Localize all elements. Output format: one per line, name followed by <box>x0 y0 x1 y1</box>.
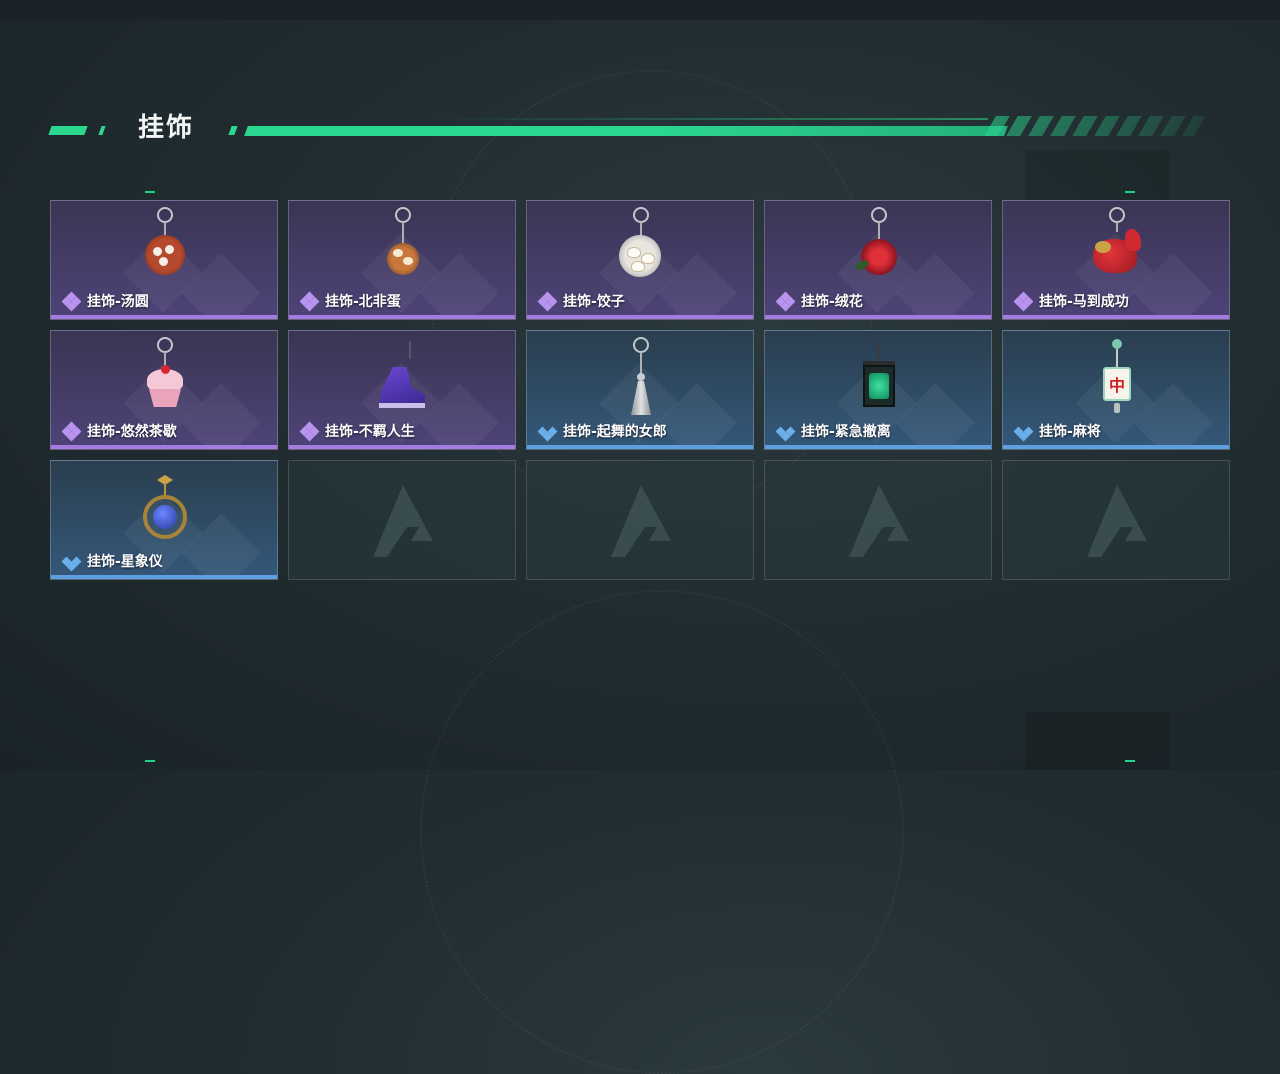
rarity-diamond-icon <box>299 291 321 312</box>
background-shape-lower <box>1025 712 1170 770</box>
rarity-bar <box>527 445 753 449</box>
game-logo-watermark-icon <box>373 485 433 557</box>
header-checker-pattern <box>984 116 1206 136</box>
red-horse-charm-icon <box>1087 207 1147 289</box>
header-accent-bar <box>98 126 106 135</box>
card-label: 挂饰-悠然茶歇 <box>61 421 177 442</box>
game-logo-watermark-icon <box>611 485 671 557</box>
rarity-bar <box>51 575 277 579</box>
section-header: 挂饰 <box>48 112 1208 148</box>
rarity-diamond-icon <box>1013 291 1035 312</box>
charm-card[interactable]: 挂饰-汤圆 <box>50 200 278 320</box>
rarity-bar <box>527 315 753 319</box>
charm-card[interactable]: 挂饰-悠然茶歇 <box>50 330 278 450</box>
rarity-diamond-icon <box>61 552 83 572</box>
header-accent-bar <box>228 126 238 135</box>
rarity-bar <box>51 445 277 449</box>
charm-card[interactable]: 挂饰-不羁人生 <box>288 330 516 450</box>
header-main-bar <box>244 126 1008 136</box>
charm-name: 挂饰-马到成功 <box>1039 294 1129 310</box>
charm-name: 挂饰-汤圆 <box>87 294 149 310</box>
rarity-diamond-icon <box>1013 422 1035 442</box>
card-label: 挂饰-汤圆 <box>61 291 149 312</box>
card-label: 挂饰-马到成功 <box>1013 291 1129 312</box>
charm-card[interactable]: 中 挂饰-麻将 <box>1002 330 1230 450</box>
charm-name: 挂饰-星象仪 <box>87 554 163 570</box>
card-label: 挂饰-起舞的女郎 <box>537 421 667 442</box>
card-label: 挂饰-麻将 <box>1013 421 1101 442</box>
corner-tick <box>1125 760 1135 762</box>
page-title: 挂饰 <box>138 113 195 143</box>
charm-card[interactable]: 挂饰-马到成功 <box>1002 200 1230 320</box>
rarity-bar <box>1003 445 1229 449</box>
rarity-diamond-icon <box>775 422 797 442</box>
charm-grid: 挂饰-汤圆 挂饰-北非蛋 挂饰-饺子 挂饰-绒花 挂饰-马到成功 挂饰-悠然茶歇… <box>50 200 1230 580</box>
charm-name: 挂饰-北非蛋 <box>325 294 401 310</box>
astrolabe-charm-icon <box>135 467 195 549</box>
dumpling-charm-icon <box>611 207 671 289</box>
exit-sign-charm-icon <box>849 337 909 419</box>
rarity-diamond-icon <box>775 291 797 312</box>
rarity-bar <box>289 445 515 449</box>
charm-name: 挂饰-绒花 <box>801 294 863 310</box>
top-bar <box>0 0 1280 20</box>
card-label: 挂饰-北非蛋 <box>299 291 401 312</box>
corner-tick <box>145 760 155 762</box>
charm-card[interactable]: 挂饰-饺子 <box>526 200 754 320</box>
charm-name: 挂饰-悠然茶歇 <box>87 424 177 440</box>
rarity-diamond-icon <box>61 421 83 442</box>
card-label: 挂饰-绒花 <box>775 291 863 312</box>
rarity-diamond-icon <box>537 422 559 442</box>
charm-name: 挂饰-起舞的女郎 <box>563 424 667 440</box>
rarity-diamond-icon <box>61 291 83 312</box>
empty-slot <box>526 460 754 580</box>
charm-card[interactable]: 挂饰-北非蛋 <box>288 200 516 320</box>
rarity-bar <box>765 315 991 319</box>
rarity-diamond-icon <box>299 421 321 442</box>
rarity-bar <box>765 445 991 449</box>
rarity-bar <box>289 315 515 319</box>
mahjong-tile-charm-icon: 中 <box>1087 337 1147 419</box>
game-logo-watermark-icon <box>1087 485 1147 557</box>
sneaker-charm-icon <box>373 337 433 419</box>
velvet-flower-charm-icon <box>849 207 909 289</box>
charm-card[interactable]: 挂饰-绒花 <box>764 200 992 320</box>
corner-tick <box>145 191 155 193</box>
game-logo-watermark-icon <box>849 485 909 557</box>
card-label: 挂饰-饺子 <box>537 291 625 312</box>
charm-name: 挂饰-不羁人生 <box>325 424 415 440</box>
card-label: 挂饰-星象仪 <box>61 551 163 572</box>
card-label: 挂饰-不羁人生 <box>299 421 415 442</box>
shakshuka-charm-icon <box>373 207 433 289</box>
charm-name: 挂饰-饺子 <box>563 294 625 310</box>
header-thin-line <box>428 118 988 120</box>
background-ring-lower <box>420 590 904 1074</box>
rarity-bar <box>1003 315 1229 319</box>
header-accent-bar <box>48 126 88 135</box>
rarity-bar <box>51 315 277 319</box>
corner-tick <box>1125 191 1135 193</box>
charm-card[interactable]: 挂饰-起舞的女郎 <box>526 330 754 450</box>
empty-slot <box>764 460 992 580</box>
empty-slot <box>288 460 516 580</box>
charm-card[interactable]: 挂饰-星象仪 <box>50 460 278 580</box>
charm-card[interactable]: 挂饰-紧急撤离 <box>764 330 992 450</box>
empty-slot <box>1002 460 1230 580</box>
dancer-charm-icon <box>611 337 671 419</box>
charm-name: 挂饰-紧急撤离 <box>801 424 891 440</box>
charm-name: 挂饰-麻将 <box>1039 424 1101 440</box>
card-label: 挂饰-紧急撤离 <box>775 421 891 442</box>
rarity-diamond-icon <box>537 291 559 312</box>
tangyuan-charm-icon <box>135 207 195 289</box>
cupcake-charm-icon <box>135 337 195 419</box>
